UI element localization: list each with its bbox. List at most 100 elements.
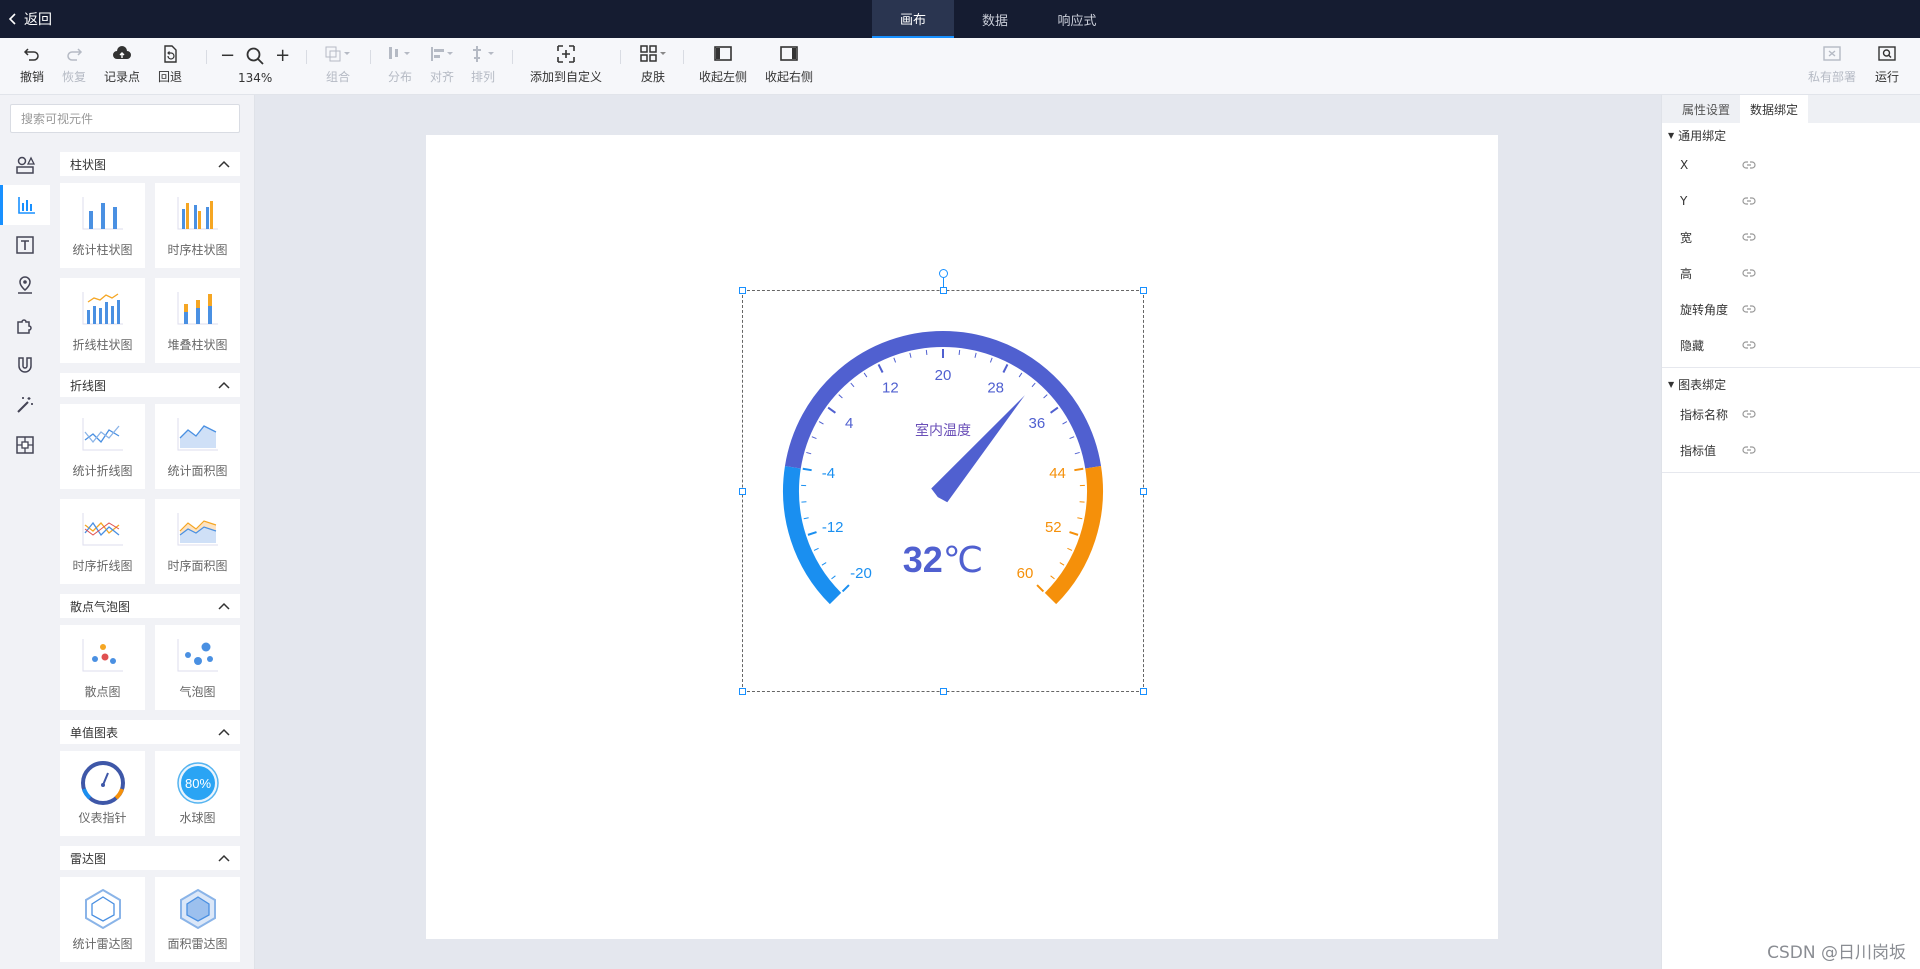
- align-button[interactable]: 对齐: [426, 44, 458, 85]
- group-header-radar[interactable]: 雷达图: [60, 846, 240, 870]
- binding-label: 指标名称: [1680, 407, 1729, 422]
- component-card-bar-line[interactable]: 折线柱状图: [60, 278, 145, 363]
- redo-label: 恢复: [62, 70, 87, 84]
- top-bar: 返回 画布 数据 响应式: [0, 0, 1920, 38]
- group-header-line[interactable]: 折线图: [60, 373, 240, 397]
- rail-plugins[interactable]: [0, 305, 50, 345]
- component-card-gauge[interactable]: 仪表指针: [60, 751, 145, 836]
- chart-binding-header[interactable]: ▼ 图表绑定: [1662, 372, 1920, 396]
- zoom-out-button[interactable]: −: [220, 46, 235, 66]
- component-card-radar-stat[interactable]: 统计雷达图: [60, 877, 145, 962]
- component-card-bar-stat[interactable]: 统计柱状图: [60, 183, 145, 268]
- line-time-icon: [82, 513, 123, 546]
- component-card-liquid[interactable]: 80% 水球图: [155, 751, 240, 836]
- binding-row: 高: [1662, 255, 1920, 291]
- collapse-right-button[interactable]: 收起右侧: [765, 44, 813, 85]
- run-button[interactable]: 运行: [1875, 44, 1899, 85]
- rail-maps[interactable]: [0, 265, 50, 305]
- bar-stat-icon: [82, 197, 123, 230]
- component-card-area-stat[interactable]: 统计面积图: [155, 404, 240, 489]
- component-card-scatter[interactable]: 散点图: [60, 625, 145, 710]
- skin-button[interactable]: 皮肤: [637, 44, 669, 85]
- binding-label: 旋转角度: [1680, 302, 1729, 317]
- distribute-button[interactable]: 分布: [384, 44, 416, 85]
- collapse-left-button[interactable]: 收起左侧: [699, 44, 747, 85]
- link-icon[interactable]: [1742, 232, 1756, 242]
- component-card-bubble[interactable]: 气泡图: [155, 625, 240, 710]
- group-button[interactable]: 组合: [322, 44, 354, 85]
- gauge-tick-label: 28: [987, 380, 1004, 397]
- binding-label: 宽: [1680, 230, 1693, 245]
- rail-charts[interactable]: [0, 185, 50, 225]
- group-header-single-value[interactable]: 单值图表: [60, 720, 240, 744]
- rail-text[interactable]: [0, 225, 50, 265]
- group-title: 单值图表: [70, 725, 119, 740]
- rail-layout[interactable]: [0, 425, 50, 465]
- component-card-bar-time[interactable]: 时序柱状图: [155, 183, 240, 268]
- undo-button[interactable]: 撤销: [20, 44, 44, 85]
- rollback-icon: [164, 45, 177, 63]
- group-header-bar[interactable]: 柱状图: [60, 152, 240, 176]
- tab-properties[interactable]: 属性设置: [1672, 95, 1740, 123]
- rail-effects[interactable]: [0, 385, 50, 425]
- arrange-button[interactable]: 排列: [467, 44, 499, 85]
- gauge-tick: [1036, 584, 1045, 593]
- link-icon[interactable]: [1742, 196, 1756, 206]
- tab-data[interactable]: 数据: [954, 0, 1036, 38]
- general-binding-rows: X Y 宽高旋转角度 隐藏: [1662, 147, 1920, 363]
- rail-magnet[interactable]: [0, 345, 50, 385]
- add-custom-button[interactable]: 添加到自定义: [530, 44, 602, 85]
- link-icon[interactable]: [1742, 340, 1756, 350]
- gauge-tick: [1050, 406, 1059, 414]
- link-icon[interactable]: [1742, 268, 1756, 278]
- gauge-tick: [821, 562, 827, 566]
- component-card-line-stat[interactable]: 统计折线图: [60, 404, 145, 489]
- back-button[interactable]: 返回: [8, 0, 52, 38]
- chart-binding-rows: 指标名称 指标值: [1662, 396, 1920, 468]
- link-icon[interactable]: [1742, 409, 1756, 419]
- link-icon[interactable]: [1742, 160, 1756, 170]
- rollback-label: 回退: [158, 70, 183, 84]
- gauge-tick: [1074, 467, 1084, 472]
- caret-down-icon: ▼: [1668, 379, 1675, 389]
- component-card-area-time[interactable]: 时序面积图: [155, 499, 240, 584]
- panel-left-icon: [714, 46, 732, 61]
- search-input[interactable]: [21, 111, 229, 126]
- rail-shapes[interactable]: [0, 145, 50, 185]
- shapes-icon: [16, 156, 35, 174]
- bar-line-icon: [82, 292, 123, 325]
- component-card-bar-stack[interactable]: 堆叠柱状图: [155, 278, 240, 363]
- tab-data-binding[interactable]: 数据绑定: [1740, 95, 1809, 123]
- gauge-tick: [1018, 372, 1023, 378]
- binding-label: Y: [1680, 194, 1688, 208]
- map-pin-icon: [18, 276, 32, 294]
- component-card-line-time[interactable]: 时序折线图: [60, 499, 145, 584]
- group-header-scatter[interactable]: 散点气泡图: [60, 594, 240, 618]
- radar-stat-icon: [84, 888, 121, 930]
- binding-row: 指标名称: [1662, 396, 1920, 432]
- zoom-search-icon[interactable]: [245, 46, 265, 66]
- link-icon[interactable]: [1742, 304, 1756, 314]
- tab-canvas[interactable]: 画布: [872, 0, 954, 38]
- checkpoint-button[interactable]: 记录点: [104, 44, 140, 85]
- tab-responsive[interactable]: 响应式: [1036, 0, 1118, 38]
- zoom-in-button[interactable]: +: [275, 46, 290, 66]
- group-title: 雷达图: [70, 851, 107, 866]
- back-label: 返回: [24, 12, 52, 28]
- redo-button[interactable]: 恢复: [62, 44, 86, 85]
- component-search[interactable]: [10, 104, 240, 133]
- link-icon[interactable]: [1742, 445, 1756, 455]
- gauge-widget[interactable]: -20 -12 -4 4 12 20 28 36 44 52 60 室内温度 32℃: [739, 269, 1147, 695]
- component-card-radar-area[interactable]: 面积雷达图: [155, 877, 240, 962]
- general-binding-header[interactable]: ▼ 通用绑定: [1662, 123, 1920, 147]
- rotate-handle[interactable]: [939, 269, 948, 278]
- gauge-tick: [1074, 451, 1080, 455]
- private-deploy-button[interactable]: 私有部署: [1808, 44, 1856, 85]
- design-canvas[interactable]: -20 -12 -4 4 12 20 28 36 44 52 60 室内温度 32℃: [426, 135, 1498, 939]
- align-icon: [431, 47, 453, 61]
- undo-label: 撤销: [20, 70, 45, 84]
- component-name: 气泡图: [179, 685, 216, 699]
- collapse-right-label: 收起右侧: [765, 70, 814, 84]
- rollback-button[interactable]: 回退: [158, 44, 182, 85]
- binding-row: 隐藏: [1662, 327, 1920, 363]
